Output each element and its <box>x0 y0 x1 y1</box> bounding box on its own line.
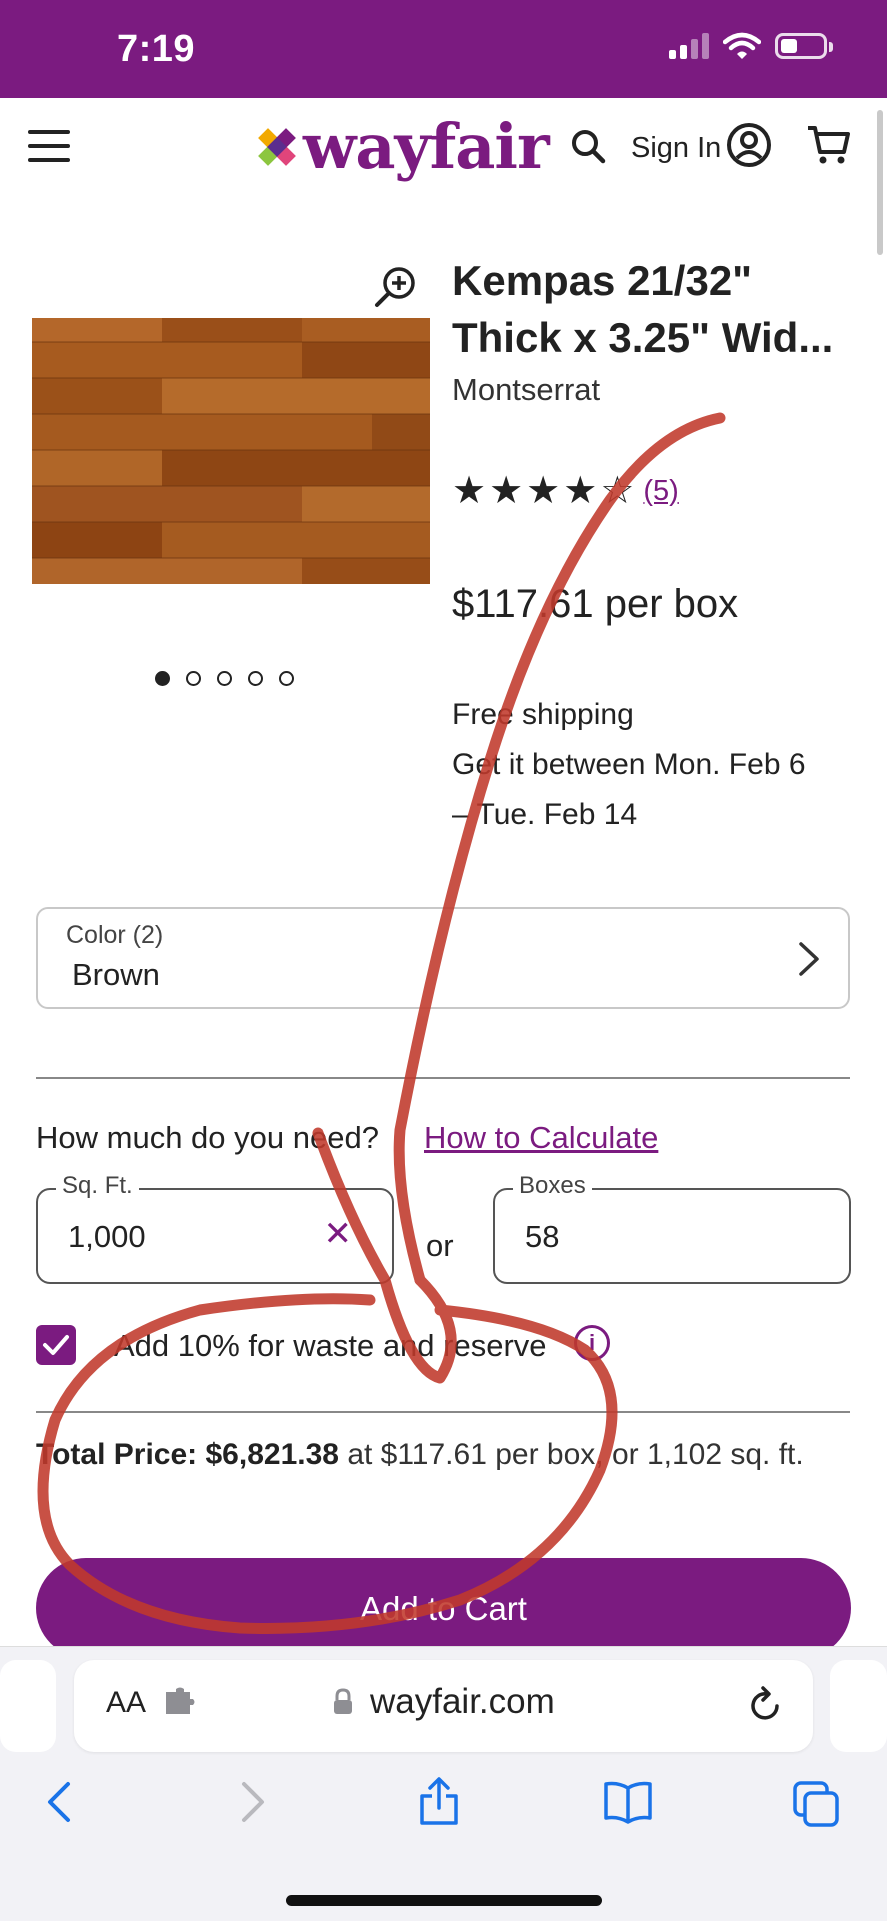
total-price: Total Price: $6,821.38 at $117.61 per bo… <box>36 1438 804 1472</box>
home-indicator <box>286 1895 602 1906</box>
info-icon[interactable]: i <box>574 1325 610 1361</box>
clear-icon[interactable]: ✕ <box>324 1214 353 1254</box>
star-outline-icon: ☆ <box>600 470 635 512</box>
wifi-icon <box>723 32 761 59</box>
tabs-icon[interactable] <box>792 1780 840 1828</box>
battery-icon <box>775 33 833 59</box>
forward-icon[interactable] <box>238 1780 268 1824</box>
total-detail: at $117.61 per box, or 1,102 sq. ft. <box>347 1438 804 1471</box>
star-icon: ★ <box>526 470 561 512</box>
shipping-info: Free shipping Get it between Mon. Feb 6 … <box>452 690 806 840</box>
share-icon[interactable] <box>418 1776 460 1826</box>
shipping-line: Free shipping <box>452 698 634 731</box>
cart-icon[interactable] <box>806 124 850 166</box>
next-tab-pill[interactable] <box>830 1660 887 1752</box>
review-count-link[interactable]: (5) <box>643 475 678 508</box>
divider <box>36 1411 850 1413</box>
signal-icon <box>669 33 709 59</box>
carousel-dot[interactable] <box>248 671 263 686</box>
account-icon[interactable] <box>726 122 772 168</box>
status-icons <box>669 32 833 60</box>
reload-icon[interactable] <box>747 1684 783 1724</box>
logo-mark-icon <box>258 127 296 166</box>
boxes-field[interactable]: Boxes 58 <box>493 1172 851 1284</box>
boxes-value: 58 <box>525 1219 560 1254</box>
sign-in-link[interactable]: Sign In <box>631 132 721 165</box>
carousel-dot[interactable] <box>279 671 294 686</box>
star-icon: ★ <box>452 470 487 512</box>
wayfair-logo[interactable]: wayfair <box>255 110 550 183</box>
total-label: Total Price: <box>36 1438 198 1471</box>
status-time: 7:19 <box>117 28 196 70</box>
product-image[interactable] <box>32 318 430 584</box>
scrollbar[interactable] <box>877 110 883 255</box>
how-to-calculate-link[interactable]: How to Calculate <box>424 1120 658 1156</box>
star-icon: ★ <box>563 470 598 512</box>
color-value: Brown <box>72 957 160 992</box>
waste-checkbox[interactable] <box>36 1325 76 1365</box>
chevron-right-icon <box>799 942 819 976</box>
quantity-question: How much do you need? <box>36 1120 379 1155</box>
delivery-line: – Tue. Feb 14 <box>452 798 638 831</box>
address-bar[interactable]: AA wayfair.com <box>74 1660 813 1752</box>
status-bar: 7:19 <box>0 0 887 98</box>
add-to-cart-button[interactable]: Add to Cart <box>36 1558 851 1658</box>
product-title: Kempas 21/32" Thick x 3.25" Wid... <box>452 257 834 361</box>
sqft-label: Sq. Ft. <box>56 1172 139 1200</box>
menu-icon[interactable] <box>28 130 70 162</box>
carousel-dot[interactable] <box>155 671 170 686</box>
total-amount: $6,821.38 <box>205 1438 339 1471</box>
image-carousel-dots[interactable] <box>155 671 294 686</box>
or-label: or <box>426 1228 454 1263</box>
color-label: Color (2) <box>66 921 164 949</box>
product-price: $117.61 per box <box>452 582 739 626</box>
delivery-line: Get it between Mon. Feb 6 <box>452 748 806 781</box>
product-brand[interactable]: Montserrat <box>452 372 600 408</box>
sqft-field[interactable]: Sq. Ft. 1,000 ✕ <box>36 1172 394 1284</box>
site-header: wayfair Sign In <box>0 98 887 198</box>
carousel-dot[interactable] <box>217 671 232 686</box>
bookmarks-icon[interactable] <box>602 1780 654 1824</box>
search-icon[interactable] <box>570 128 606 164</box>
url-text: wayfair.com <box>370 1682 555 1721</box>
divider <box>36 1077 850 1079</box>
star-icon: ★ <box>489 470 524 512</box>
waste-label: Add 10% for waste and reserve <box>114 1328 547 1363</box>
lock-icon <box>334 1688 352 1714</box>
carousel-dot[interactable] <box>186 671 201 686</box>
extension-icon[interactable] <box>164 1686 198 1718</box>
zoom-icon[interactable] <box>373 265 417 309</box>
logo-text: wayfair <box>303 110 550 183</box>
text-size-button[interactable]: AA <box>106 1686 146 1720</box>
sqft-value: 1,000 <box>68 1219 146 1254</box>
checkmark-icon <box>43 1335 69 1355</box>
rating-stars[interactable]: ★ ★ ★ ★ ☆ (5) <box>452 472 679 510</box>
boxes-label: Boxes <box>513 1172 592 1200</box>
back-icon[interactable] <box>44 1780 74 1824</box>
prev-tab-pill[interactable] <box>0 1660 56 1752</box>
color-selector[interactable]: Color (2) Brown <box>36 907 850 1009</box>
